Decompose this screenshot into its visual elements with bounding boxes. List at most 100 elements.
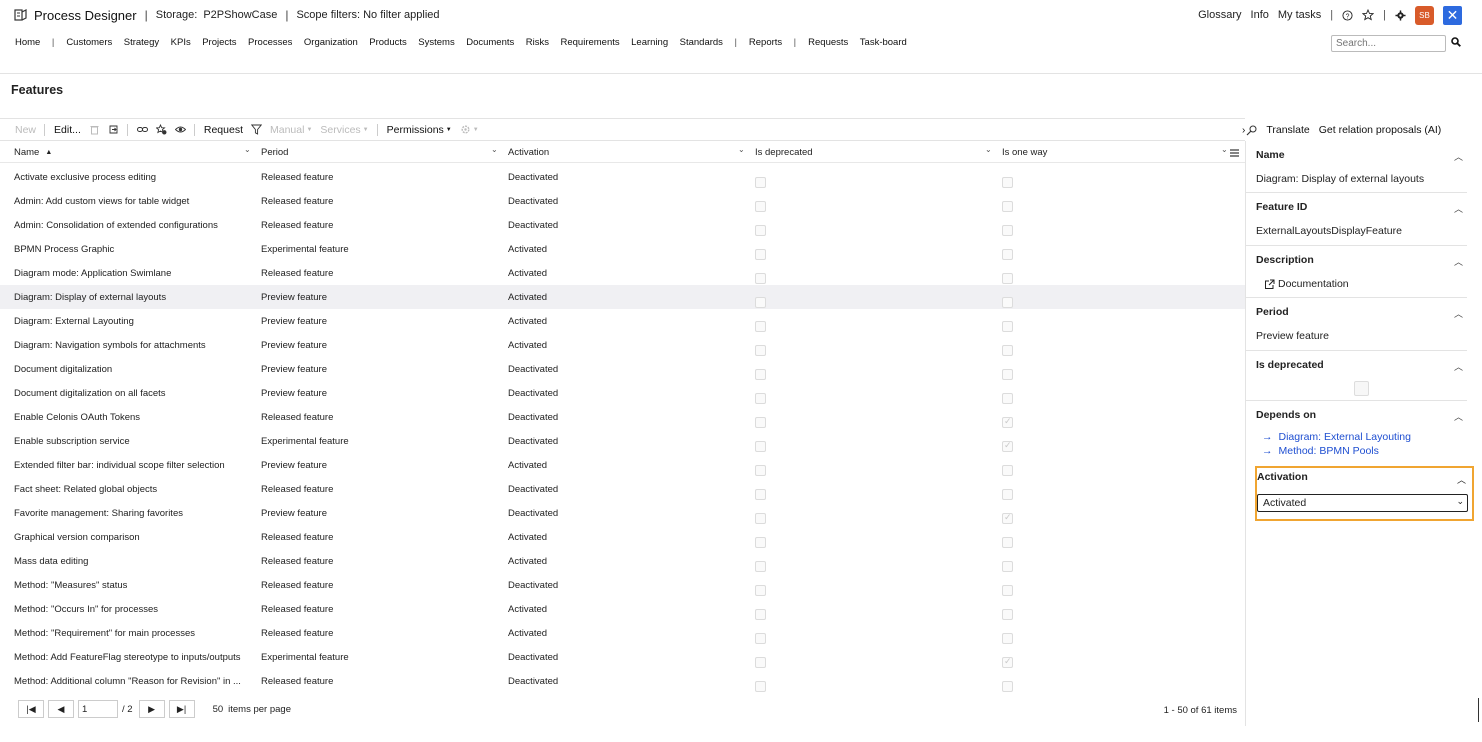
- table-row[interactable]: Diagram mode: Application Swimlane Releas…: [0, 261, 1245, 285]
- first-page-button[interactable]: |◀: [18, 700, 44, 718]
- table-row[interactable]: Document digitalization Preview feature De…: [0, 357, 1245, 381]
- column-header-is-deprecated[interactable]: Is deprecated: [755, 147, 813, 158]
- table-row[interactable]: Fact sheet: Related global objects Releas…: [0, 477, 1245, 501]
- collapse-chevron-icon[interactable]: ︿: [1454, 150, 1463, 163]
- permissions-menu[interactable]: Permissions ▼: [387, 124, 452, 136]
- nav-strategy[interactable]: Strategy: [124, 37, 159, 48]
- nav-requirements[interactable]: Requirements: [561, 37, 620, 48]
- is-one-way-checkbox[interactable]: [1002, 201, 1013, 212]
- table-row[interactable]: Method: "Requirement" for main processes…: [0, 621, 1245, 645]
- collapse-chevron-icon[interactable]: ︿: [1457, 473, 1466, 486]
- nav-customers[interactable]: Customers: [66, 37, 112, 48]
- link-icon[interactable]: [136, 124, 148, 135]
- collapse-chevron-icon[interactable]: ︿: [1454, 202, 1463, 215]
- translate-button[interactable]: Translate: [1266, 124, 1309, 136]
- nav-documents[interactable]: Documents: [466, 37, 514, 48]
- is-deprecated-checkbox[interactable]: [755, 393, 766, 404]
- table-row[interactable]: Diagram: Navigation symbols for attachme…: [0, 333, 1245, 357]
- next-page-button[interactable]: ▶: [138, 700, 165, 718]
- is-one-way-checkbox[interactable]: [1002, 465, 1013, 476]
- is-deprecated-checkbox[interactable]: [755, 609, 766, 620]
- is-deprecated-checkbox[interactable]: [755, 561, 766, 572]
- nav-organization[interactable]: Organization: [304, 37, 358, 48]
- is-deprecated-checkbox[interactable]: [755, 297, 766, 308]
- search-input[interactable]: [1332, 36, 1445, 51]
- favorite-add-icon[interactable]: [155, 124, 167, 135]
- settings-menu[interactable]: ▼: [460, 124, 479, 135]
- items-per-page-value[interactable]: 50: [213, 704, 224, 715]
- user-avatar[interactable]: SB: [1415, 5, 1434, 25]
- column-header-period[interactable]: Period: [261, 147, 288, 158]
- table-row[interactable]: Extended filter bar: individual scope fi…: [0, 453, 1245, 477]
- table-row[interactable]: Diagram: External Layouting Preview featu…: [0, 309, 1245, 333]
- is-deprecated-checkbox[interactable]: [755, 417, 766, 428]
- is-one-way-checkbox[interactable]: [1002, 681, 1013, 692]
- table-row[interactable]: Document digitalization on all facets Pre…: [0, 381, 1245, 405]
- app-brand[interactable]: Process Designer: [14, 8, 137, 23]
- table-row[interactable]: Activate exclusive process editing Releas…: [0, 165, 1245, 189]
- is-deprecated-checkbox[interactable]: [755, 489, 766, 500]
- column-header-name[interactable]: Name ▲: [14, 147, 52, 158]
- column-menu-chevron-icon[interactable]: ⌄: [738, 145, 745, 154]
- table-row[interactable]: Enable subscription service Experimental …: [0, 429, 1245, 453]
- is-one-way-checkbox[interactable]: [1002, 321, 1013, 332]
- is-deprecated-checkbox[interactable]: [755, 201, 766, 212]
- manual-menu[interactable]: Manual ▼: [270, 124, 312, 136]
- table-row[interactable]: Admin: Consolidation of extended configu…: [0, 213, 1245, 237]
- nav-requests[interactable]: Requests: [808, 37, 848, 48]
- is-one-way-checkbox[interactable]: [1002, 512, 1013, 524]
- is-one-way-checkbox[interactable]: [1002, 177, 1013, 188]
- is-one-way-checkbox[interactable]: [1002, 537, 1013, 548]
- is-deprecated-checkbox[interactable]: [755, 537, 766, 548]
- is-deprecated-checkbox[interactable]: [755, 465, 766, 476]
- nav-learning[interactable]: Learning: [631, 37, 668, 48]
- is-deprecated-checkbox[interactable]: [755, 321, 766, 332]
- is-deprecated-checkbox[interactable]: [755, 273, 766, 284]
- column-menu-chevron-icon[interactable]: ⌄: [244, 145, 251, 154]
- collapse-chevron-icon[interactable]: ︿: [1454, 410, 1463, 423]
- scope-filter-label[interactable]: Scope filters: No filter applied: [296, 9, 439, 21]
- search-icon[interactable]: [1451, 37, 1461, 47]
- table-row[interactable]: Mass data editing Released feature Activat…: [0, 549, 1245, 573]
- is-one-way-checkbox[interactable]: [1002, 345, 1013, 356]
- is-deprecated-checkbox[interactable]: [755, 345, 766, 356]
- table-row[interactable]: Method: Additional column "Reason for Re…: [0, 669, 1245, 693]
- new-button[interactable]: New: [15, 124, 36, 136]
- nav-systems[interactable]: Systems: [418, 37, 454, 48]
- is-one-way-checkbox[interactable]: [1002, 561, 1013, 572]
- table-row[interactable]: Method: Add FeatureFlag stereotype to in…: [0, 645, 1245, 669]
- is-deprecated-checkbox[interactable]: [755, 225, 766, 236]
- watch-icon[interactable]: [174, 124, 186, 135]
- nav-task-board[interactable]: Task-board: [860, 37, 907, 48]
- nav-processes[interactable]: Processes: [248, 37, 292, 48]
- is-one-way-checkbox[interactable]: [1002, 297, 1013, 308]
- is-one-way-checkbox[interactable]: [1002, 489, 1013, 500]
- table-row[interactable]: Diagram: Display of external layouts Prev…: [0, 285, 1245, 309]
- is-one-way-checkbox[interactable]: [1002, 249, 1013, 260]
- nav-home[interactable]: Home: [15, 37, 40, 48]
- column-menu-chevron-icon[interactable]: ⌄: [1221, 145, 1228, 154]
- is-one-way-checkbox[interactable]: [1002, 225, 1013, 236]
- column-menu-chevron-icon[interactable]: ⌄: [985, 145, 992, 154]
- services-menu[interactable]: Services ▼: [320, 124, 368, 136]
- is-deprecated-checkbox[interactable]: [755, 513, 766, 524]
- star-icon[interactable]: [1362, 9, 1375, 21]
- depends-on-link[interactable]: → Method: BPMN Pools: [1256, 445, 1467, 457]
- table-row[interactable]: BPMN Process Graphic Experimental feature…: [0, 237, 1245, 261]
- nav-projects[interactable]: Projects: [202, 37, 236, 48]
- is-deprecated-checkbox[interactable]: [755, 681, 766, 692]
- edit-button[interactable]: Edit...: [54, 124, 81, 136]
- my-tasks-link[interactable]: My tasks: [1278, 9, 1321, 21]
- documentation-link[interactable]: Documentation: [1256, 278, 1467, 290]
- table-row[interactable]: Enable Celonis OAuth Tokens Released feat…: [0, 405, 1245, 429]
- column-chooser-icon[interactable]: [1230, 149, 1239, 157]
- deprecated-checkbox[interactable]: [1354, 381, 1369, 396]
- nav-reports[interactable]: Reports: [749, 37, 782, 48]
- nav-risks[interactable]: Risks: [526, 37, 549, 48]
- collapse-panel-chevron-icon[interactable]: ›: [1242, 125, 1245, 136]
- is-one-way-checkbox[interactable]: [1002, 416, 1013, 428]
- filter-icon[interactable]: [250, 124, 262, 135]
- request-button[interactable]: Request: [204, 124, 243, 136]
- column-menu-chevron-icon[interactable]: ⌄: [491, 145, 498, 154]
- table-row[interactable]: Admin: Add custom views for table widget…: [0, 189, 1245, 213]
